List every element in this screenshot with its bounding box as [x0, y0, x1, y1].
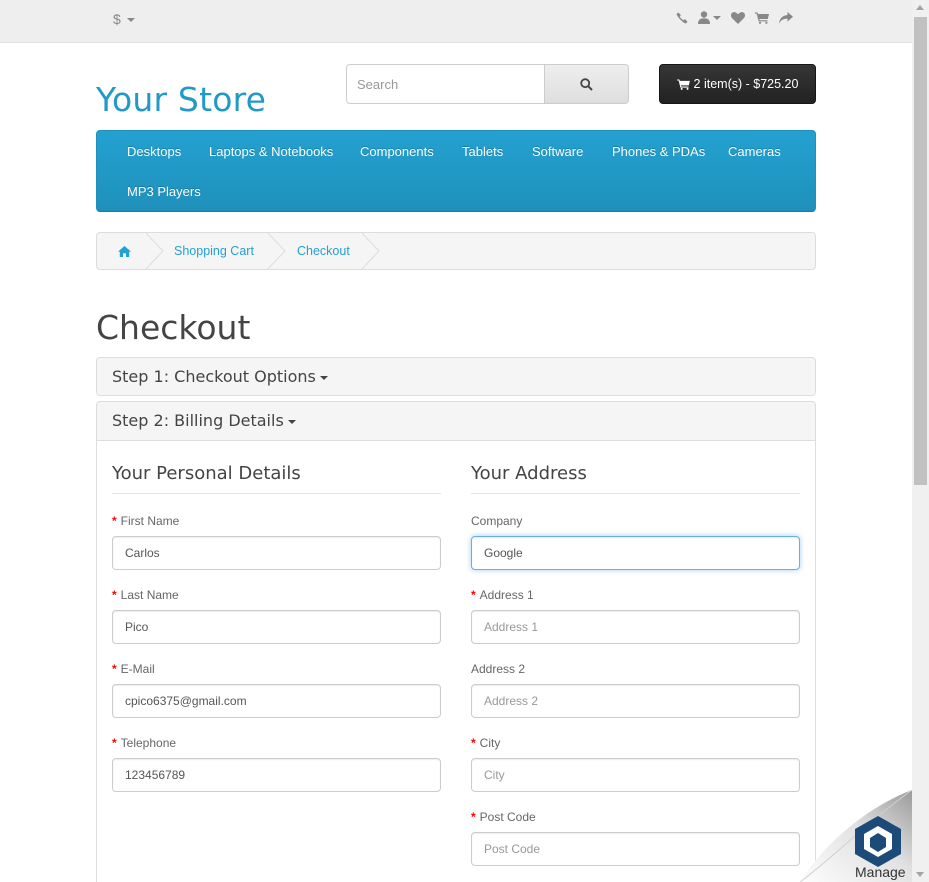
step2-panel-header[interactable]: Step 2: Billing Details: [96, 401, 816, 441]
email-field[interactable]: [112, 684, 441, 718]
step2-label: Step 2: Billing Details: [112, 411, 284, 430]
breadcrumb-home[interactable]: [118, 233, 131, 269]
menu-item-software[interactable]: Software: [532, 144, 583, 159]
step2-title[interactable]: Step 2: Billing Details: [112, 411, 296, 430]
postcode-field[interactable]: [471, 832, 800, 866]
caret-down-icon: [287, 419, 296, 424]
breadcrumb-separator: [145, 232, 165, 270]
chevron-down-icon: [713, 15, 721, 20]
search-icon: [580, 77, 593, 91]
first-name-field[interactable]: [112, 536, 441, 570]
breadcrumb-item-checkout[interactable]: Checkout: [297, 233, 350, 269]
manage-label[interactable]: Manage: [855, 864, 906, 880]
page-scrollbar[interactable]: [912, 0, 929, 882]
store-logo[interactable]: Your Store: [96, 80, 266, 119]
home-icon: [118, 245, 131, 257]
address-legend: Your Address: [471, 463, 800, 494]
menu-item-desktops[interactable]: Desktops: [127, 144, 181, 159]
caret-down-icon: [319, 375, 328, 380]
menu-item-laptops[interactable]: Laptops & Notebooks: [209, 144, 333, 159]
page-title: Checkout: [96, 308, 251, 347]
billing-details-body: [96, 440, 816, 882]
breadcrumb-separator: [361, 232, 381, 270]
top-links: [676, 11, 793, 24]
scroll-up-icon[interactable]: [916, 5, 924, 10]
main-menu: Desktops Laptops & Notebooks Components …: [96, 130, 816, 212]
menu-item-cameras[interactable]: Cameras: [728, 144, 781, 159]
last-name-field[interactable]: [112, 610, 441, 644]
search-button[interactable]: [545, 64, 629, 104]
address1-field[interactable]: [471, 610, 800, 644]
city-field[interactable]: [471, 758, 800, 792]
menu-item-mp3[interactable]: MP3 Players: [127, 184, 201, 199]
share-icon[interactable]: [779, 11, 793, 24]
breadcrumb-separator: [267, 232, 287, 270]
menu-item-tablets[interactable]: Tablets: [462, 144, 503, 159]
cart-icon[interactable]: [755, 12, 769, 24]
cart-total: 2 item(s) - $725.20: [693, 77, 799, 91]
company-label: Company: [471, 514, 523, 528]
email-label: * E-Mail: [112, 662, 155, 676]
breadcrumb: Shopping Cart Checkout: [96, 232, 816, 270]
scroll-down-icon[interactable]: [916, 872, 924, 877]
first-name-label: * First Name: [112, 514, 180, 528]
step1-label: Step 1: Checkout Options: [112, 367, 316, 386]
menu-item-components[interactable]: Components: [360, 144, 434, 159]
menu-item-phones[interactable]: Phones & PDAs: [612, 144, 705, 159]
city-label: * City: [471, 736, 501, 750]
address2-field[interactable]: [471, 684, 800, 718]
scrollbar-thumb[interactable]: [914, 17, 927, 485]
postcode-label: * Post Code: [471, 810, 536, 824]
breadcrumb-item-cart[interactable]: Shopping Cart: [174, 233, 254, 269]
search-bar: [346, 64, 629, 104]
telephone-field[interactable]: [112, 758, 441, 792]
company-field[interactable]: [471, 536, 800, 570]
heart-icon[interactable]: [731, 11, 745, 24]
personal-details-legend: Your Personal Details: [112, 463, 441, 494]
top-bar: $: [0, 0, 912, 43]
cart-icon: [676, 78, 690, 90]
chevron-down-icon: [126, 18, 135, 23]
user-dropdown[interactable]: [698, 11, 721, 24]
currency-symbol: $: [113, 11, 121, 27]
cart-button[interactable]: 2 item(s) - $725.20: [659, 64, 816, 104]
currency-dropdown[interactable]: $: [113, 11, 135, 27]
address2-label: Address 2: [471, 662, 526, 676]
telephone-label: * Telephone: [112, 736, 177, 750]
step1-title[interactable]: Step 1: Checkout Options: [112, 367, 328, 386]
phone-icon[interactable]: [676, 12, 688, 24]
address1-label: * Address 1: [471, 588, 534, 602]
search-input[interactable]: [346, 64, 545, 104]
last-name-label: * Last Name: [112, 588, 179, 602]
user-icon: [698, 11, 710, 24]
step1-panel-header[interactable]: Step 1: Checkout Options: [96, 357, 816, 396]
